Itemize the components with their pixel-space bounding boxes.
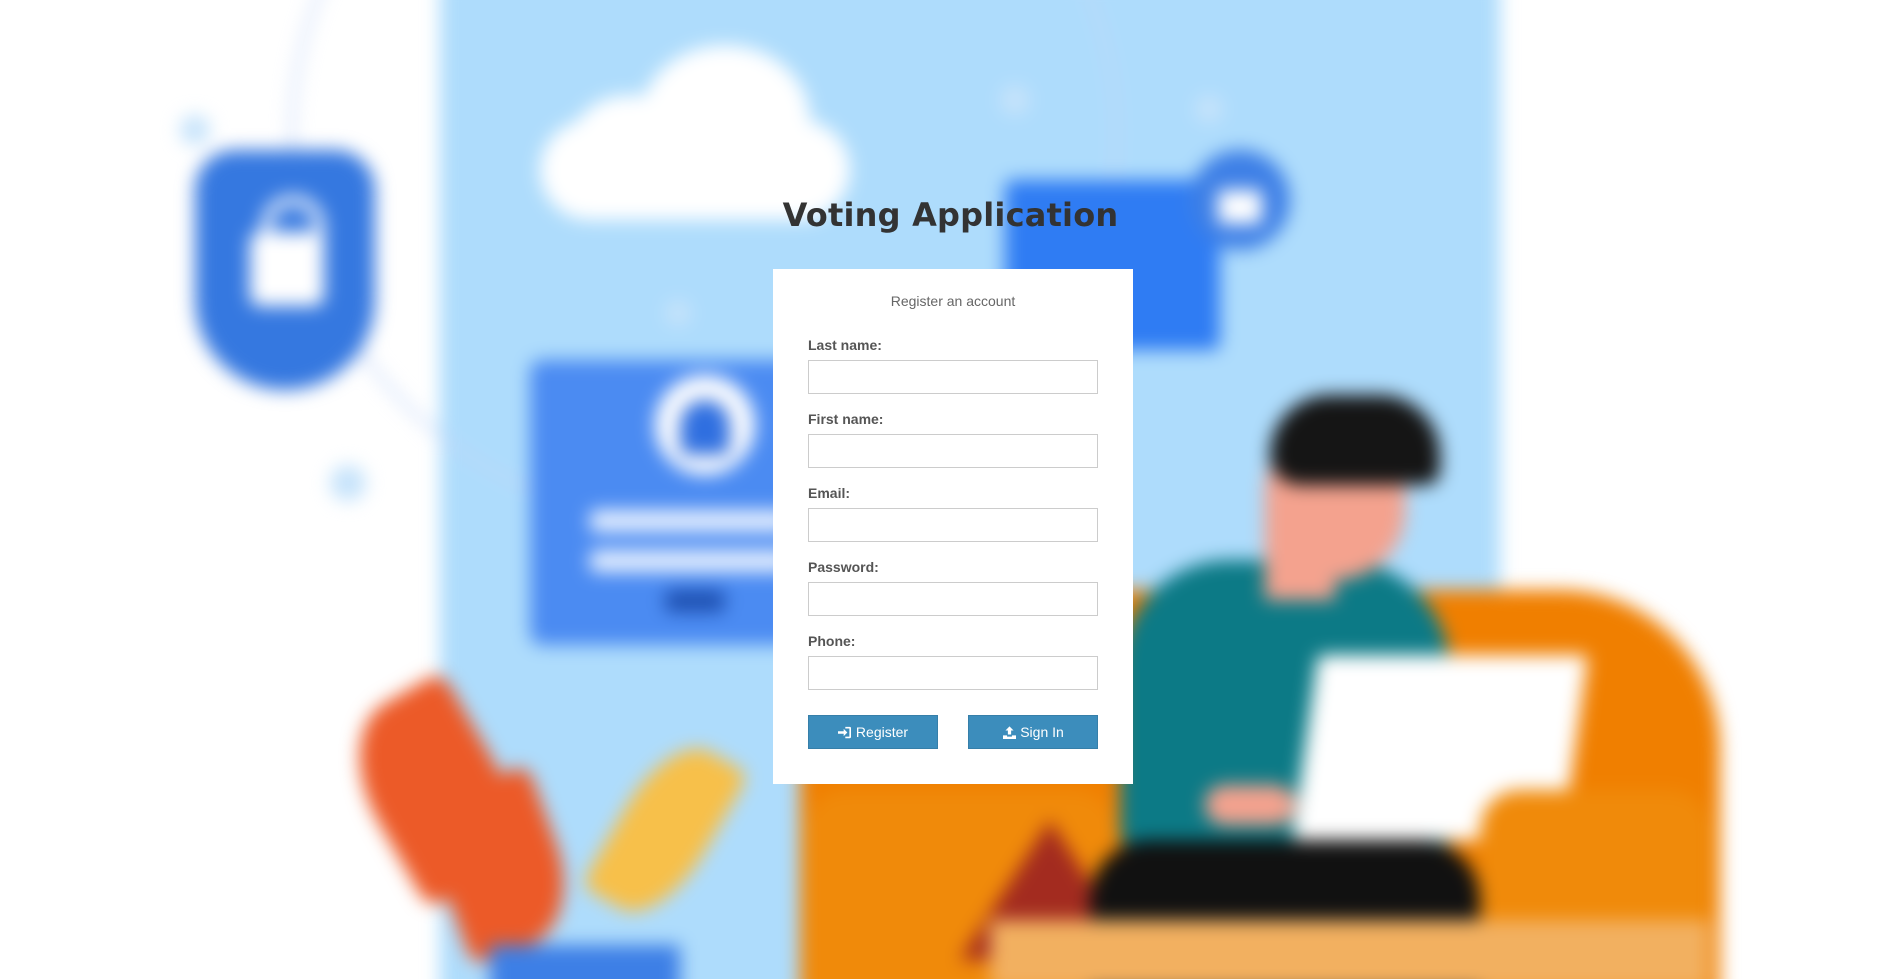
register-form: Last name: First name: Email: Password: …	[808, 336, 1098, 706]
register-button-label: Register	[855, 724, 909, 740]
first-name-label: First name:	[808, 411, 884, 427]
upload-icon	[1002, 725, 1016, 739]
first-name-group: First name:	[808, 410, 1098, 484]
page-title: Voting Application	[782, 196, 1119, 234]
sign-in-button[interactable]: Sign In	[968, 715, 1098, 749]
register-box: Register an account Last name: First nam…	[773, 269, 1133, 784]
form-actions: Register Sign In	[808, 715, 1098, 749]
register-box-message: Register an account	[890, 293, 1016, 309]
last-name-input[interactable]	[808, 360, 1098, 394]
sign-in-button-label: Sign In	[1020, 724, 1064, 740]
phone-input[interactable]	[808, 656, 1098, 690]
phone-group: Phone:	[808, 632, 1098, 706]
email-label: Email:	[808, 485, 851, 501]
first-name-input[interactable]	[808, 434, 1098, 468]
email-group: Email:	[808, 484, 1098, 558]
password-label: Password:	[808, 559, 879, 575]
phone-label: Phone:	[808, 633, 856, 649]
password-group: Password:	[808, 558, 1098, 632]
password-input[interactable]	[808, 582, 1098, 616]
last-name-label: Last name:	[808, 337, 882, 353]
sign-in-icon	[838, 725, 852, 739]
last-name-group: Last name:	[808, 336, 1098, 410]
register-button[interactable]: Register	[808, 715, 938, 749]
email-input[interactable]	[808, 508, 1098, 542]
